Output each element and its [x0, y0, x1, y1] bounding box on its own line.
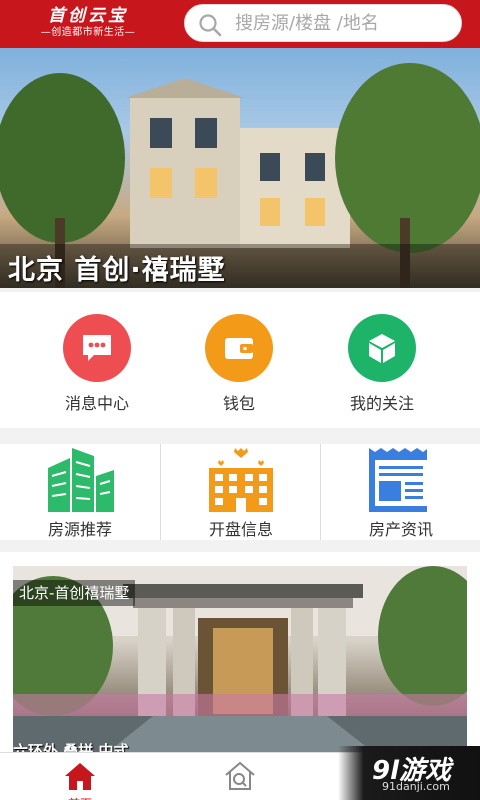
property-card[interactable]: 北京-首创禧瑞墅 六环外 叠拼 中式 [13, 566, 467, 752]
my-follows-label: 我的关注 [349, 394, 414, 413]
message-center-button[interactable]: 消息中心 [37, 314, 157, 414]
message-circle [63, 314, 131, 382]
tab-house-search[interactable] [160, 753, 320, 800]
message-center-label: 消息中心 [64, 394, 129, 413]
logo-main-text: 首创云宝 [48, 6, 128, 26]
wallet-label: 钱包 [222, 394, 255, 413]
site-watermark: 9l游戏 91danji.com [338, 746, 480, 800]
message-icon [83, 335, 111, 361]
wallet-button[interactable]: 钱包 [179, 314, 299, 414]
property-news-label: 房产资讯 [368, 520, 433, 539]
banner-caption: 北京 首创·禧瑞墅 [0, 244, 480, 288]
search-bar[interactable] [184, 4, 462, 42]
apartment-icon [209, 448, 273, 512]
property-card-section: 北京-首创禧瑞墅 六环外 叠拼 中式 [0, 552, 480, 752]
tab-home[interactable]: 首页 [0, 753, 160, 800]
hero-banner[interactable]: 北京 首创·禧瑞墅 [0, 48, 480, 288]
home-icon [65, 763, 95, 790]
quick-actions: 消息中心 钱包 我的关注 [0, 292, 480, 428]
opening-info-label: 开盘信息 [208, 520, 273, 539]
logo-slogan: —创造都市新生活— [40, 27, 136, 38]
buildings-icon [48, 448, 114, 512]
my-follows-button[interactable]: 我的关注 [322, 314, 442, 414]
brand-logo: 首创云宝 —创造都市新生活— [28, 6, 148, 42]
listing-recommend-label: 房源推荐 [47, 520, 112, 539]
app-header: 首创云宝 —创造都市新生活— [0, 0, 480, 48]
opening-info-button[interactable]: 开盘信息 [160, 444, 320, 540]
wallet-icon [225, 338, 253, 359]
newspaper-icon [369, 448, 427, 512]
banner-title: 北京 首创·禧瑞墅 [8, 255, 226, 286]
wallet-circle [205, 314, 273, 382]
listing-recommend-button[interactable]: 房源推荐 [0, 444, 160, 540]
house-search-icon [225, 761, 255, 790]
cube-icon [369, 334, 395, 363]
follows-circle [348, 314, 416, 382]
feature-menu: 房源推荐 开盘信息 房产资讯 [0, 444, 480, 540]
card-subtitle: 六环外 叠拼 中式 [13, 742, 129, 752]
search-icon[interactable] [198, 13, 222, 37]
tab-home-label: 首页 [0, 795, 160, 800]
villa-photo [125, 78, 350, 248]
watermark-url: 91danji.com [382, 780, 450, 793]
search-input[interactable] [235, 5, 455, 41]
property-news-button[interactable]: 房产资讯 [320, 444, 480, 540]
card-title: 北京-首创禧瑞墅 [13, 580, 136, 606]
